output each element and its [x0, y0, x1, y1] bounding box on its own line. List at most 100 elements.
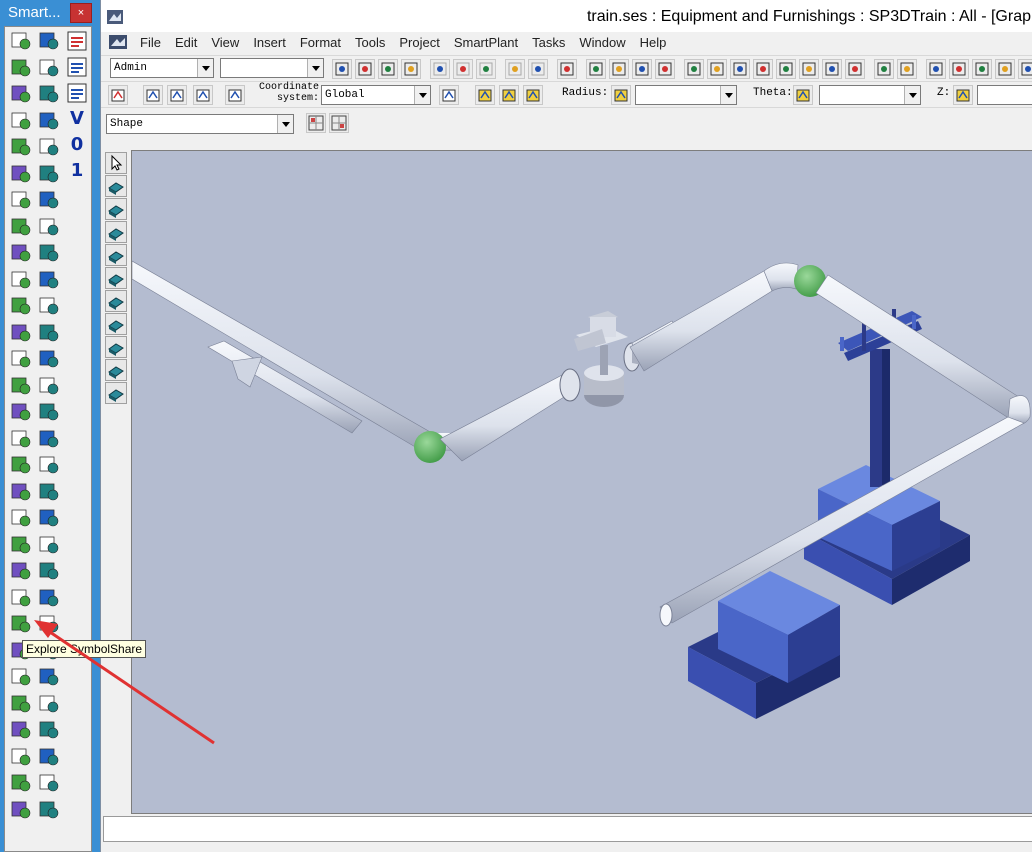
check-button[interactable] [632, 59, 652, 79]
view-front-button[interactable] [707, 59, 727, 79]
refresh-button[interactable] [9, 798, 33, 822]
menu-window[interactable]: Window [572, 35, 632, 50]
place-nozzle-button[interactable] [105, 221, 127, 243]
shape-options-button[interactable] [329, 113, 349, 133]
delete-button[interactable] [476, 59, 496, 79]
menu-tasks[interactable]: Tasks [525, 35, 572, 50]
measure-button[interactable] [37, 533, 61, 557]
select-button[interactable] [9, 29, 33, 53]
menu-project[interactable]: Project [392, 35, 446, 50]
elbow-fitting[interactable] [414, 431, 446, 463]
route-button[interactable] [9, 188, 33, 212]
properties-button[interactable] [9, 109, 33, 133]
zoom-button[interactable] [9, 162, 33, 186]
measure-button[interactable] [37, 56, 61, 80]
mirror-button[interactable] [37, 453, 61, 477]
copy-button[interactable] [37, 586, 61, 610]
view-side-button[interactable] [776, 59, 796, 79]
report-button[interactable] [37, 321, 61, 345]
menu-tools[interactable]: Tools [348, 35, 392, 50]
join-button[interactable] [9, 294, 33, 318]
menu-insert[interactable]: Insert [246, 35, 293, 50]
merge-button[interactable] [37, 268, 61, 292]
find-button[interactable] [37, 612, 61, 636]
rotate-button[interactable] [528, 59, 548, 79]
backup-button[interactable] [37, 241, 61, 265]
copy-to-catalog-button[interactable] [9, 241, 33, 265]
shape-select[interactable]: Shape [106, 114, 294, 134]
align-button[interactable] [9, 533, 33, 557]
measure-button[interactable] [586, 59, 606, 79]
route-button[interactable] [655, 59, 675, 79]
permission-group-select[interactable]: Admin [110, 58, 214, 78]
equipment-button[interactable] [37, 665, 61, 689]
merge-button[interactable] [37, 745, 61, 769]
copy-to-catalog-button[interactable] [9, 718, 33, 742]
glyph-1-button[interactable]: 1 [65, 159, 89, 183]
move-button[interactable] [505, 59, 525, 79]
copy-button[interactable] [430, 59, 450, 79]
tag-button[interactable] [9, 559, 33, 583]
insert-button[interactable] [37, 506, 61, 530]
place-member-button[interactable] [105, 336, 127, 358]
paste-button[interactable] [9, 612, 33, 636]
paint-button[interactable] [37, 215, 61, 239]
place-component-button[interactable] [105, 244, 127, 266]
move-button[interactable] [37, 427, 61, 451]
zoom-button[interactable] [949, 59, 969, 79]
refresh-button[interactable] [401, 59, 421, 79]
menu-file[interactable]: File [133, 35, 168, 50]
save-button[interactable] [378, 59, 398, 79]
palette-close-button[interactable]: × [70, 3, 92, 23]
radius-select[interactable] [635, 85, 737, 105]
copy-button[interactable] [37, 109, 61, 133]
insert-button[interactable] [37, 29, 61, 53]
sync-button[interactable] [65, 55, 89, 79]
dropdown-button[interactable] [926, 59, 946, 79]
z-select[interactable] [977, 85, 1032, 105]
point-button[interactable] [167, 85, 187, 105]
grid-button[interactable] [9, 215, 33, 239]
wire-button[interactable] [897, 59, 917, 79]
place-design-solid-button[interactable] [105, 313, 127, 335]
check-button[interactable] [9, 427, 33, 451]
report-button[interactable] [37, 798, 61, 822]
place-cylinder-button[interactable] [105, 267, 127, 289]
import-button[interactable] [9, 400, 33, 424]
theta-lock-button[interactable] [793, 85, 813, 105]
properties-button[interactable] [9, 586, 33, 610]
place-port-button[interactable] [105, 382, 127, 404]
symbolshare-button[interactable] [37, 347, 61, 371]
explore-button[interactable] [9, 374, 33, 398]
tag-button[interactable] [9, 82, 33, 106]
rotate-button[interactable] [9, 453, 33, 477]
view-top-button[interactable] [730, 59, 750, 79]
split-button[interactable] [9, 268, 33, 292]
refresh-button[interactable] [9, 321, 33, 345]
open-button[interactable] [355, 59, 375, 79]
cancel-button[interactable] [108, 85, 128, 105]
find-button[interactable] [37, 135, 61, 159]
equipment-button[interactable] [37, 188, 61, 212]
active-filter-select[interactable] [220, 58, 324, 78]
coordinate-system-select[interactable]: Global [321, 85, 431, 105]
radius-lock-button[interactable] [611, 85, 631, 105]
glyph-0-button[interactable]: 0 [65, 133, 89, 157]
menu-help[interactable]: Help [633, 35, 674, 50]
join-button[interactable] [9, 771, 33, 795]
select-button[interactable] [9, 506, 33, 530]
lock-x-button[interactable] [475, 85, 495, 105]
route-button[interactable] [9, 665, 33, 689]
reference-button[interactable] [9, 480, 33, 504]
zoom-window-button[interactable] [995, 59, 1015, 79]
menu-smartplant[interactable]: SmartPlant [447, 35, 525, 50]
snap-button[interactable] [143, 85, 163, 105]
zoom-extents-button[interactable] [1018, 59, 1032, 79]
pan-button[interactable] [37, 162, 61, 186]
select-button[interactable] [105, 152, 127, 174]
generate-button[interactable] [37, 480, 61, 504]
place-shape-button[interactable] [105, 198, 127, 220]
palette-titlebar[interactable]: Smart... × [0, 0, 96, 26]
theta-select[interactable] [819, 85, 921, 105]
export-button[interactable] [37, 374, 61, 398]
